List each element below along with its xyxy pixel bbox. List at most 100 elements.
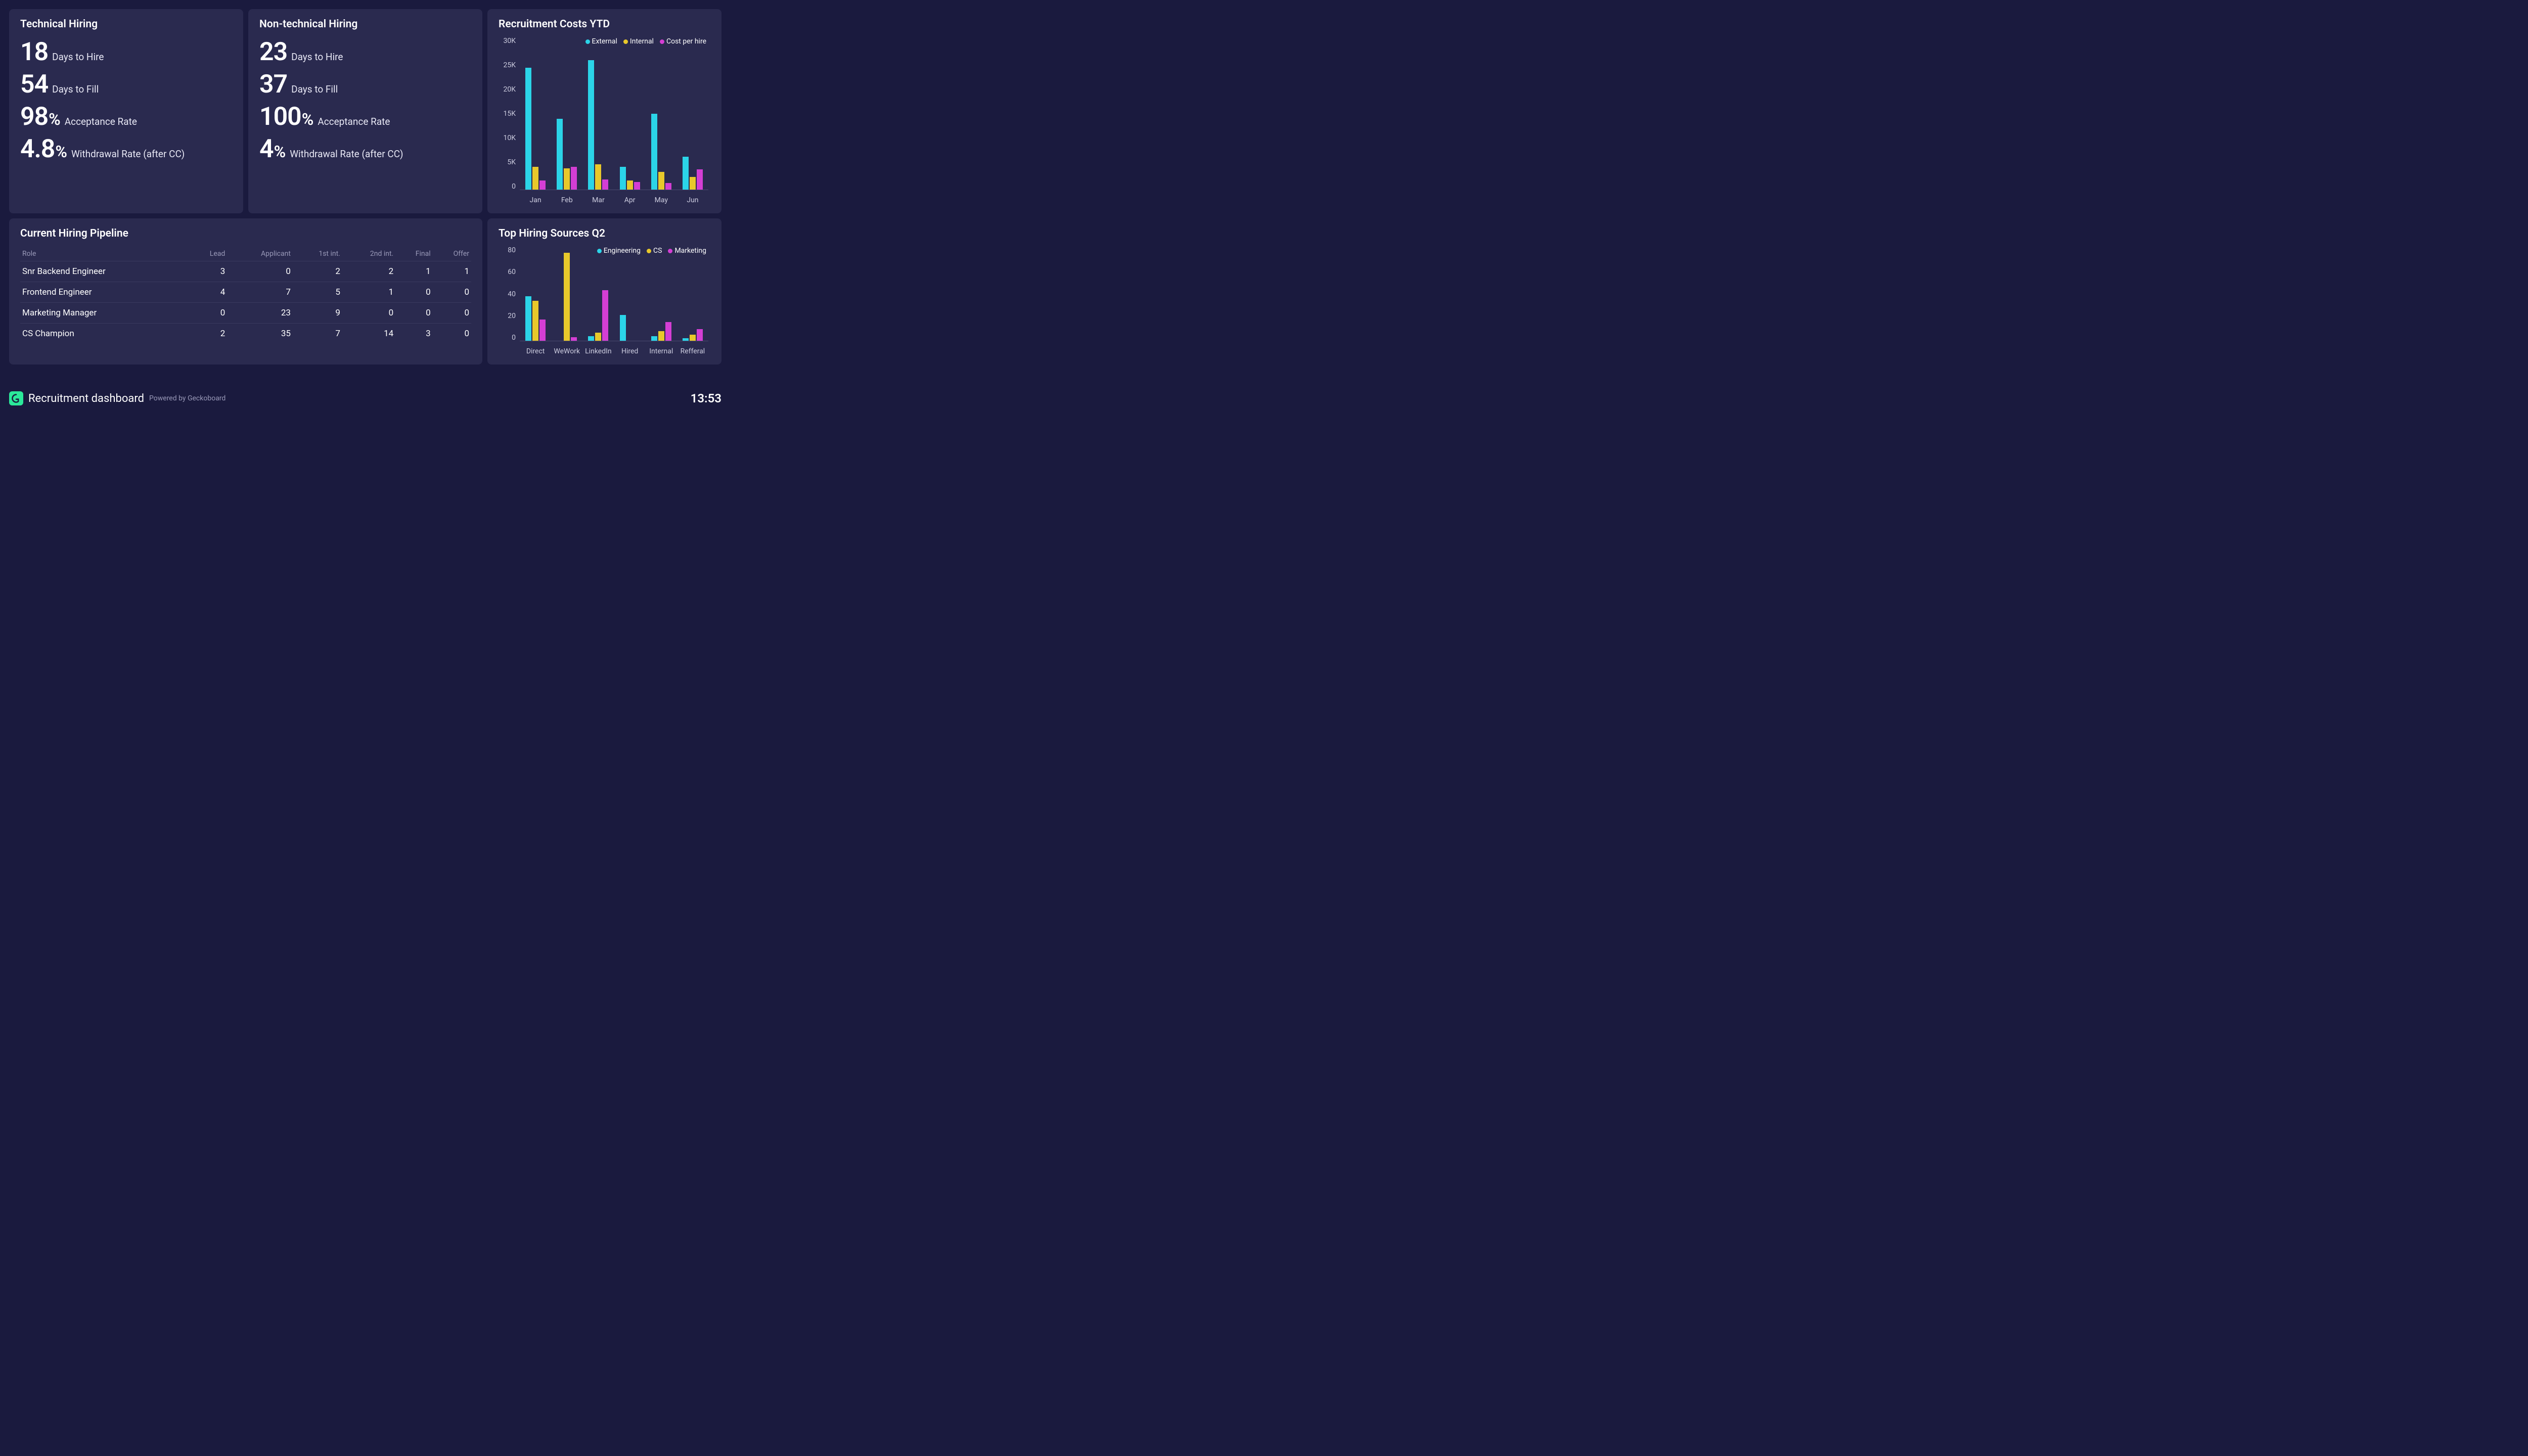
bar bbox=[525, 296, 531, 341]
geckoboard-logo-icon bbox=[9, 391, 23, 405]
table-cell: 2 bbox=[342, 261, 395, 282]
y-tick: 15K bbox=[499, 110, 519, 117]
table-header: Role bbox=[20, 247, 190, 261]
table-cell: Marketing Manager bbox=[20, 303, 190, 324]
table-cell: 1 bbox=[395, 261, 432, 282]
legend-item: Marketing bbox=[668, 247, 706, 255]
bar bbox=[697, 329, 703, 341]
stat-number: 4 bbox=[259, 134, 274, 164]
x-tick: Hired bbox=[614, 347, 646, 355]
table-cell: CS Champion bbox=[20, 324, 190, 344]
pipeline-card: Current Hiring Pipeline RoleLeadApplican… bbox=[9, 218, 482, 365]
bar bbox=[665, 322, 671, 341]
chart-legend: EngineeringCSMarketing bbox=[597, 247, 706, 255]
x-tick: Direct bbox=[520, 347, 551, 355]
clock: 13:53 bbox=[691, 391, 721, 405]
y-tick: 5K bbox=[499, 159, 519, 166]
sources-chart: EngineeringCSMarketing 806040200 DirectW… bbox=[499, 247, 710, 355]
bar-group bbox=[614, 247, 646, 341]
bar bbox=[634, 182, 640, 190]
table-cell: 4 bbox=[190, 282, 228, 303]
x-tick: Jun bbox=[677, 196, 708, 204]
stat-number: 54 bbox=[20, 70, 48, 99]
stat-label: Days to Hire bbox=[52, 51, 104, 63]
table-cell: 0 bbox=[227, 261, 293, 282]
table-cell: 0 bbox=[395, 303, 432, 324]
bar-group bbox=[614, 37, 646, 190]
chart-legend: ExternalInternalCost per hire bbox=[585, 37, 706, 46]
table-cell: 0 bbox=[395, 282, 432, 303]
bar-group bbox=[582, 37, 614, 190]
table-header: Final bbox=[395, 247, 432, 261]
card-title: Non-technical Hiring bbox=[259, 18, 471, 30]
bar bbox=[683, 338, 689, 341]
stat-label: Days to Fill bbox=[291, 83, 338, 95]
stat-label: Acceptance Rate bbox=[318, 116, 390, 127]
bar-group bbox=[520, 247, 551, 341]
stat-unit: % bbox=[49, 110, 61, 129]
y-tick: 20K bbox=[499, 86, 519, 93]
costs-chart: ExternalInternalCost per hire 30K 25K 20K 1… bbox=[499, 37, 710, 204]
bar bbox=[665, 183, 671, 190]
table-cell: Frontend Engineer bbox=[20, 282, 190, 303]
stat-row: 98%Acceptance Rate bbox=[20, 102, 232, 131]
table-cell: 14 bbox=[342, 324, 395, 344]
stat-number: 100 bbox=[259, 102, 301, 131]
table-cell: 0 bbox=[433, 282, 471, 303]
bar bbox=[690, 335, 696, 341]
bar bbox=[683, 157, 689, 190]
y-tick: 10K bbox=[499, 134, 519, 142]
stat-unit: % bbox=[55, 142, 67, 161]
legend-dot-icon bbox=[647, 249, 651, 253]
table-header: 2nd int. bbox=[342, 247, 395, 261]
legend-item: External bbox=[585, 37, 617, 46]
bar bbox=[564, 253, 570, 341]
bar bbox=[532, 167, 538, 190]
bar bbox=[690, 177, 696, 190]
bar-group bbox=[551, 37, 582, 190]
table-cell: 3 bbox=[395, 324, 432, 344]
bar bbox=[588, 60, 594, 190]
y-tick: 30K bbox=[499, 37, 519, 44]
bar-group bbox=[646, 37, 677, 190]
stat-row: 18Days to Hire bbox=[20, 37, 232, 67]
stat-number: 4.8 bbox=[20, 134, 55, 164]
card-title: Technical Hiring bbox=[20, 18, 232, 30]
stat-number: 37 bbox=[259, 70, 287, 99]
stat-row: 4%Withdrawal Rate (after CC) bbox=[259, 134, 471, 164]
x-tick: WeWork bbox=[551, 347, 582, 355]
bar bbox=[651, 336, 657, 341]
bar bbox=[525, 68, 531, 190]
costs-card: Recruitment Costs YTD ExternalInternalCo… bbox=[487, 9, 721, 213]
stat-row: 37 Days to Fill bbox=[259, 70, 471, 99]
table-row: CS Champion23571430 bbox=[20, 324, 471, 344]
x-tick: Mar bbox=[582, 196, 614, 204]
table-cell: Snr Backend Engineer bbox=[20, 261, 190, 282]
y-tick: 25K bbox=[499, 62, 519, 69]
y-tick: 40 bbox=[499, 291, 519, 298]
legend-item: Cost per hire bbox=[660, 37, 706, 46]
x-axis: DirectWeWorkLinkedInHiredInternalReffera… bbox=[520, 347, 708, 355]
legend-item: Engineering bbox=[597, 247, 641, 255]
table-cell: 3 bbox=[190, 261, 228, 282]
nontechnical-hiring-card: Non-technical Hiring 23Days to Hire37Day… bbox=[248, 9, 482, 213]
stat-label: Days to Fill bbox=[52, 83, 99, 95]
dashboard-title: Recruitment dashboard bbox=[28, 392, 144, 405]
y-tick: 80 bbox=[499, 247, 519, 254]
x-tick: Apr bbox=[614, 196, 646, 204]
y-tick: 0 bbox=[499, 334, 519, 341]
table-cell: 7 bbox=[293, 324, 342, 344]
table-cell: 0 bbox=[433, 324, 471, 344]
bar bbox=[571, 167, 577, 190]
table-cell: 5 bbox=[293, 282, 342, 303]
chart-plot bbox=[520, 247, 708, 341]
bar bbox=[595, 164, 601, 190]
table-cell: 2 bbox=[293, 261, 342, 282]
x-tick: Feb bbox=[551, 196, 582, 204]
bar bbox=[557, 119, 563, 190]
powered-by-text: Powered by Geckoboard bbox=[149, 394, 225, 402]
table-cell: 9 bbox=[293, 303, 342, 324]
card-title: Current Hiring Pipeline bbox=[20, 228, 471, 240]
x-tick: Jan bbox=[520, 196, 551, 204]
stat-label: Days to Hire bbox=[291, 51, 343, 63]
